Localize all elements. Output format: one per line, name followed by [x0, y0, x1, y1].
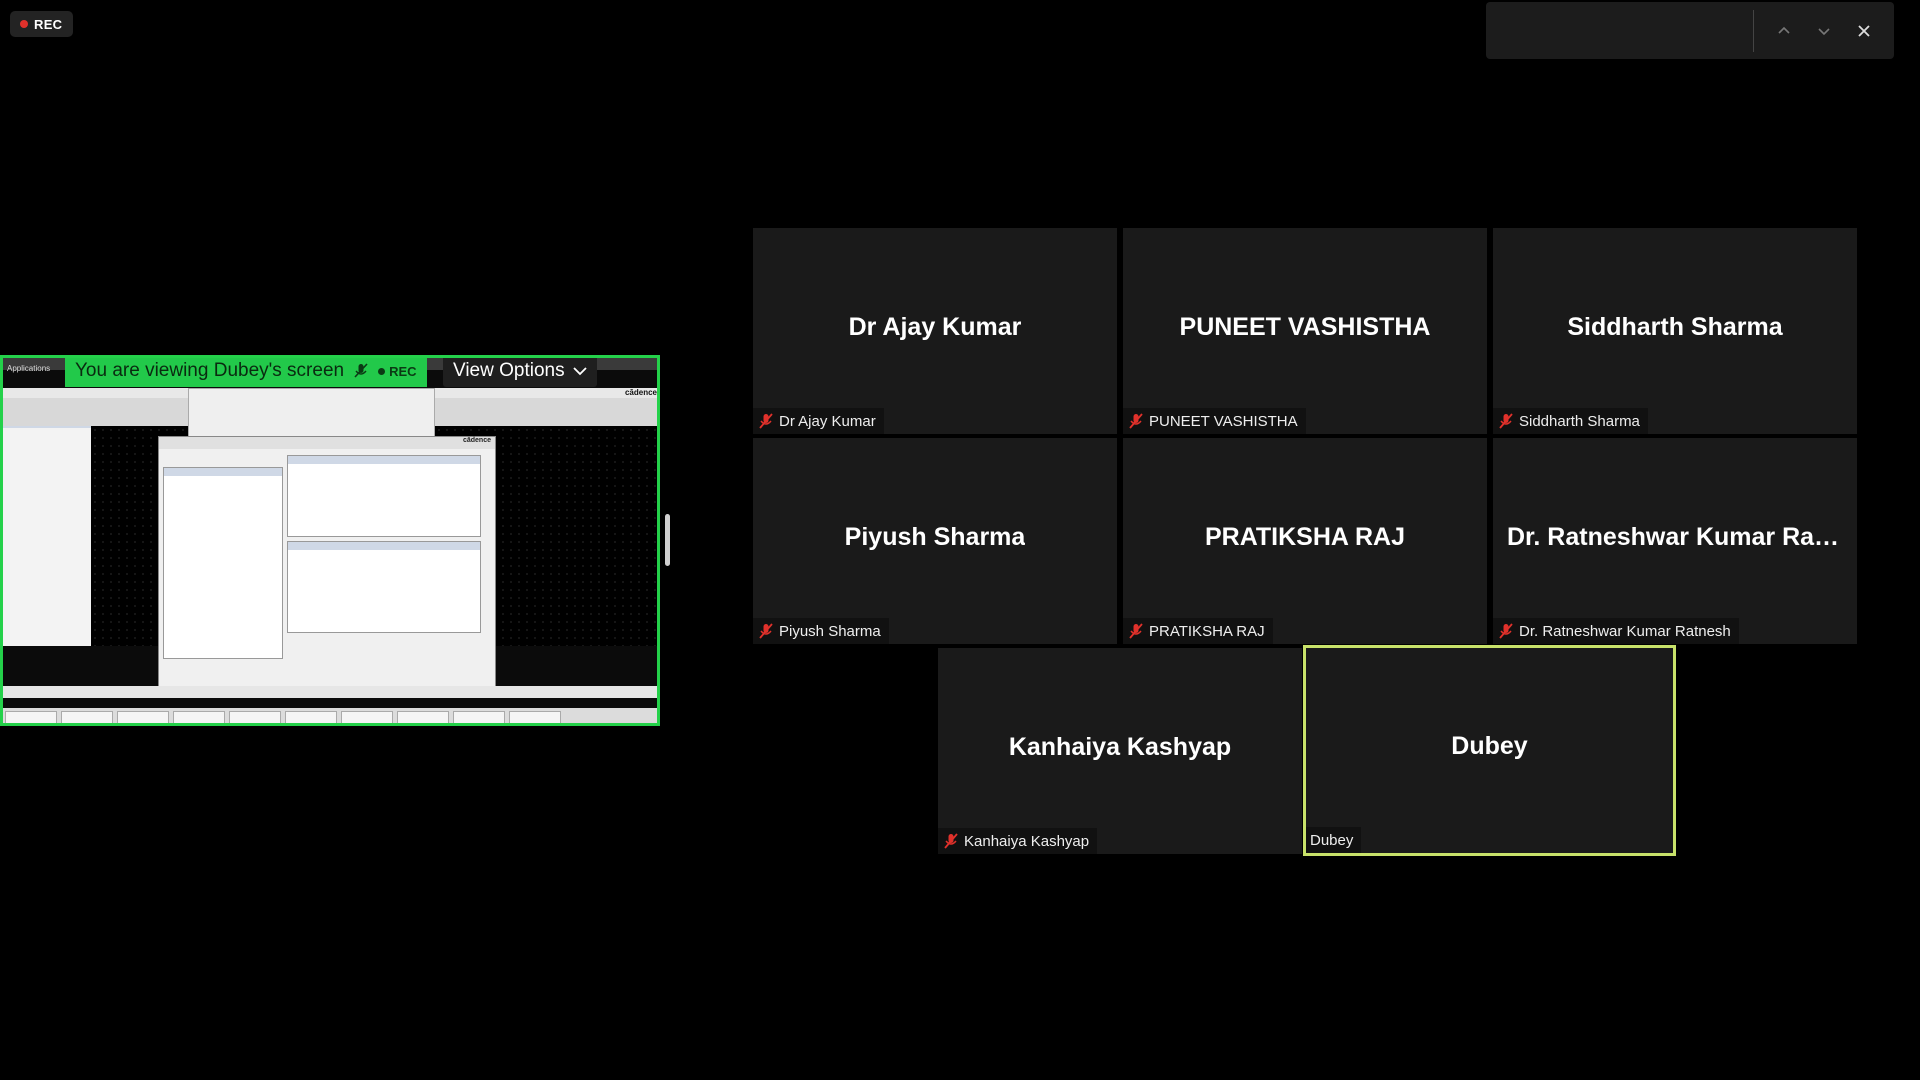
find-previous-button[interactable] — [1769, 16, 1799, 46]
view-options-label: View Options — [453, 360, 565, 381]
participant-label-text: Dr Ajay Kumar — [779, 412, 876, 430]
mic-muted-icon — [1499, 413, 1513, 429]
participant-label-text: PUNEET VASHISTHA — [1149, 412, 1298, 430]
participant-display-name: Dr Ajay Kumar — [848, 312, 1022, 341]
participant-display-name: Piyush Sharma — [844, 522, 1026, 551]
participant-tile[interactable]: Dr Ajay Kumar Dr Ajay Kumar — [753, 228, 1117, 434]
participant-name-label: Dr. Ratneshwar Kumar Ratnesh — [1493, 618, 1739, 644]
participant-name-label: PRATIKSHA RAJ — [1123, 618, 1273, 644]
find-bar-divider — [1753, 10, 1754, 52]
participant-label-text: Dubey — [1310, 831, 1354, 849]
shared-screen-view[interactable]: Applications cādence cādence You are vie… — [0, 355, 660, 726]
remote-status-bar — [3, 686, 657, 698]
mic-muted-icon — [944, 833, 958, 849]
participant-name-label: Piyush Sharma — [753, 618, 889, 644]
participant-name-label: Kanhaiya Kashyap — [938, 828, 1098, 854]
chevron-up-icon — [1778, 26, 1790, 34]
participant-tile[interactable]: Dr. Ratneshwar Kumar Ratnesh Dr. Ratnesh… — [1493, 438, 1857, 644]
mic-muted-icon — [1499, 623, 1513, 639]
participant-name-label: Dubey — [1306, 827, 1362, 853]
participant-tile[interactable]: Siddharth Sharma Siddharth Sharma — [1493, 228, 1857, 434]
screen-share-banner-text: You are viewing Dubey's screen — [75, 360, 345, 381]
mic-muted-icon — [1129, 623, 1143, 639]
panel-resize-handle[interactable] — [665, 514, 670, 566]
participant-name-label: Dr Ajay Kumar — [753, 408, 884, 434]
participant-display-name: Siddharth Sharma — [1567, 312, 1783, 341]
participant-display-name: Dr. Ratneshwar Kumar Ratnesh — [1507, 522, 1843, 551]
remote-applications-menu: Applications — [7, 364, 51, 373]
participant-label-text: Dr. Ratneshwar Kumar Ratnesh — [1519, 622, 1731, 640]
share-rec-indicator: REC — [378, 363, 417, 379]
participant-display-name: PUNEET VASHISTHA — [1179, 312, 1431, 341]
remote-navigator-pane — [3, 426, 91, 646]
remote-analyses-pane — [287, 455, 481, 537]
find-bar — [1486, 2, 1894, 59]
remote-adel-window: cādence — [158, 436, 496, 688]
participant-label-text: Siddharth Sharma — [1519, 412, 1640, 430]
remote-design-variables-pane — [163, 467, 283, 659]
participant-display-name: PRATIKSHA RAJ — [1204, 522, 1405, 551]
view-options-button[interactable]: View Options — [443, 358, 597, 387]
participant-display-name: Kanhaiya Kashyap — [1008, 732, 1232, 761]
find-next-button[interactable] — [1809, 16, 1839, 46]
participant-label-text: PRATIKSHA RAJ — [1149, 622, 1265, 640]
participant-label-text: Piyush Sharma — [779, 622, 881, 640]
remote-navigator-header — [3, 426, 91, 428]
mic-muted-icon — [354, 363, 368, 378]
participant-name-label: PUNEET VASHISTHA — [1123, 408, 1306, 434]
close-icon — [1858, 25, 1870, 37]
record-dot-icon — [20, 20, 28, 28]
mic-muted-icon — [759, 623, 773, 639]
rec-dot-icon — [378, 367, 386, 375]
participant-tile[interactable]: Kanhaiya Kashyap Kanhaiya Kashyap — [938, 648, 1302, 854]
screen-share-banner: You are viewing Dubey's screen REC — [65, 358, 427, 387]
chevron-down-icon — [572, 367, 587, 376]
remote-cadence-logo: cādence — [624, 388, 657, 397]
participant-display-name: Dubey — [1451, 732, 1528, 760]
recording-badge[interactable]: REC — [10, 11, 74, 37]
mic-muted-icon — [759, 413, 773, 429]
participant-tile[interactable]: PUNEET VASHISTHA PUNEET VASHISTHA — [1123, 228, 1487, 434]
remote-window-title: cādence — [159, 437, 495, 449]
remote-taskbar — [3, 708, 657, 723]
chevron-down-icon — [1818, 28, 1830, 36]
recording-label: REC — [34, 16, 63, 32]
remote-outputs-pane — [287, 541, 481, 633]
participant-label-text: Kanhaiya Kashyap — [964, 832, 1090, 850]
participant-name-label: Siddharth Sharma — [1493, 408, 1648, 434]
mic-muted-icon — [1129, 413, 1143, 429]
share-rec-label: REC — [389, 363, 417, 379]
participant-tile-active-speaker[interactable]: Dubey Dubey — [1303, 645, 1676, 856]
participant-tile[interactable]: PRATIKSHA RAJ PRATIKSHA RAJ — [1123, 438, 1487, 644]
participant-tile[interactable]: Piyush Sharma Piyush Sharma — [753, 438, 1117, 644]
find-close-button[interactable] — [1849, 16, 1879, 46]
